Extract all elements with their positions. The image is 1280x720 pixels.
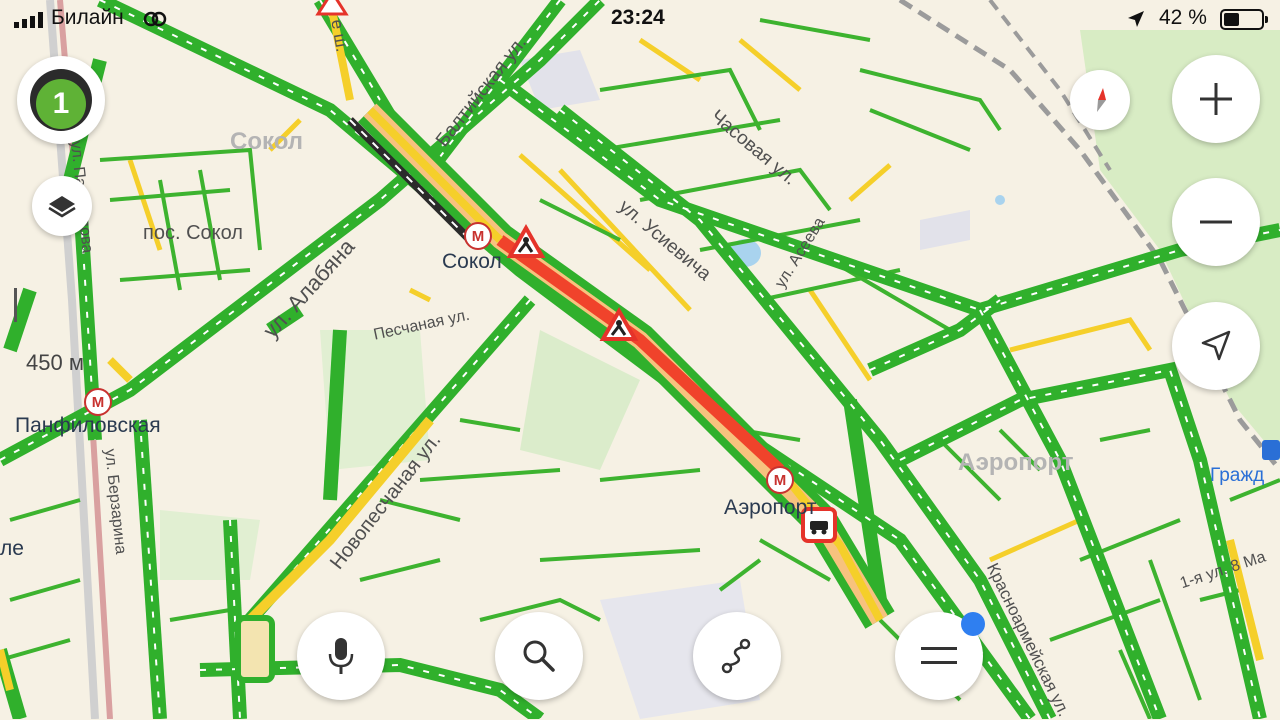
battery-percent: 42 % [1159,6,1207,29]
search-icon [523,640,555,672]
my-location-button[interactable] [1172,302,1260,390]
district-label-sokol: Сокол [230,128,303,155]
traffic-level-button[interactable]: 1 [17,56,105,144]
traffic-level-badge: 1 [36,79,86,129]
microphone-icon [328,638,354,674]
pond [995,195,1005,205]
scale-bar [14,288,17,322]
battery-icon [1220,9,1268,30]
route-icon [721,638,751,674]
battery-fill [1224,13,1239,26]
menu-icon [921,647,957,664]
park-area [160,510,260,580]
compass-button[interactable] [1070,70,1130,130]
street-label-left-partial: ле [0,537,24,560]
clock: 23:24 [611,6,665,29]
location-arrow-icon [1201,330,1231,361]
district-label-aeroport: Аэропорт [958,449,1074,476]
status-bar: Билайн 23:24 42 % [0,0,1280,40]
metro-icon-aeroport[interactable]: М [766,466,794,494]
poi-label-right-partial: Гражд [1210,465,1265,486]
scale-label: 450 м [26,350,84,375]
street-label-pos-sokol: пос. Сокол [143,222,243,244]
square-outline [235,615,275,683]
signal-icon [14,12,43,28]
voice-search-button[interactable] [297,612,385,700]
notification-dot [961,612,985,636]
metro-icon-panfilovskaya[interactable]: М [84,388,112,416]
route-button[interactable] [693,612,781,700]
carrier-name: Билайн [51,6,124,29]
metro-icon-sokol[interactable]: М [464,222,492,250]
metro-label-sokol[interactable]: Сокол [442,250,502,274]
minus-icon [1200,220,1232,224]
metro-label-panfilovskaya[interactable]: Панфиловская [15,414,161,438]
citizen-service-icon [1262,440,1280,460]
link-icon [143,11,167,27]
traffic-jam-road [347,97,895,629]
compass-icon [1097,88,1106,112]
metro-label-aeroport[interactable]: Аэропорт [724,496,816,520]
building-block [920,210,970,250]
search-button[interactable] [495,612,583,700]
layers-icon [48,196,76,218]
battery-tip [1265,16,1268,23]
location-services-icon [1128,11,1144,27]
zoom-in-button[interactable] [1172,55,1260,143]
layers-button[interactable] [32,176,92,236]
plus-icon [1200,83,1232,115]
zoom-out-button[interactable] [1172,178,1260,266]
